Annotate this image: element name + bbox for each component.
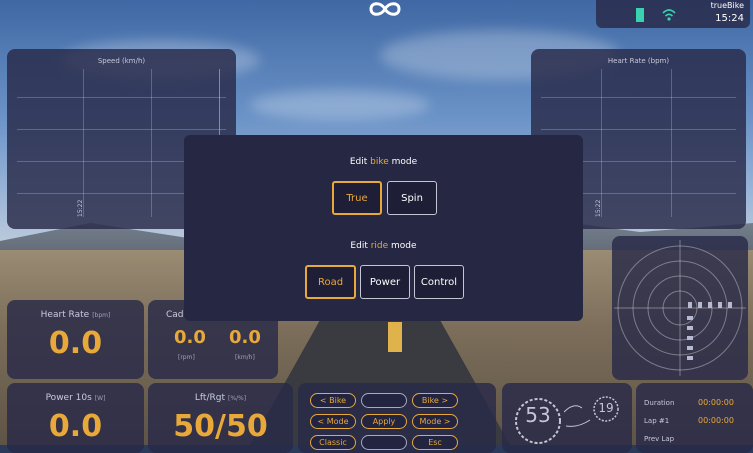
battery-icon <box>636 8 644 22</box>
bike-mode-true-option[interactable]: True <box>332 181 382 215</box>
heart-rate-metric-panel: Heart Rate [bpm] 0.0 <box>7 300 144 379</box>
grid-line <box>541 129 736 130</box>
heart-rate-value: 0.0 <box>48 326 103 361</box>
grid-line <box>541 97 736 98</box>
ride-mode-control-option[interactable]: Control <box>414 265 464 299</box>
bike-prev-button[interactable]: < Bike <box>310 393 356 408</box>
grid-line <box>151 69 152 217</box>
grid-line <box>17 97 226 98</box>
cassette-teeth: 19 <box>598 401 614 415</box>
prev-lap-label: Prev Lap <box>644 435 675 443</box>
cadence-rpm-value: 0.0 <box>174 327 206 348</box>
speed-chart-title: Speed (km/h) <box>97 57 146 65</box>
lap-value: 00:00:00 <box>698 416 734 425</box>
mode-prev-button[interactable]: < Mode <box>310 414 356 429</box>
cadence-kmh-unit: [km/h] <box>235 354 255 361</box>
heart-rate-metric-unit: [bpm] <box>92 312 111 319</box>
mode-next-button[interactable]: Mode > <box>412 414 458 429</box>
cadence-rpm-unit: [rpm] <box>178 354 195 361</box>
bike-mode-spin-option[interactable]: Spin <box>387 181 437 215</box>
status-bar: trueBike 15:24 <box>596 0 750 28</box>
lap-label: Lap #1 <box>644 417 670 425</box>
balance-value: 50/50 <box>173 409 268 444</box>
radar-graphic <box>614 240 746 376</box>
cloud <box>250 90 430 120</box>
duration-value: 00:00:00 <box>698 398 734 407</box>
grid-line <box>17 129 226 130</box>
wifi-icon <box>662 9 676 21</box>
position-radar-panel <box>612 236 748 380</box>
classic-button[interactable]: Classic <box>310 435 356 450</box>
heart-rate-chart-title: Heart Rate (bpm) <box>607 57 670 65</box>
bike-next-button[interactable]: Bike > <box>412 393 458 408</box>
lap-stats-panel: Duration 00:00:00 Lap #1 00:00:00 Prev L… <box>636 383 753 453</box>
cadence-metric-title: Cad <box>166 310 184 320</box>
infinity-logo-icon <box>369 2 401 16</box>
empty-button[interactable] <box>361 435 407 450</box>
ride-mode-heading: Edit ride mode <box>350 241 417 251</box>
control-panel: < Bike Bike > < Mode Apply Mode > Classi… <box>298 383 496 453</box>
duration-label: Duration <box>644 399 675 407</box>
bike-mode-heading: Edit bike mode <box>349 157 418 167</box>
power-metric-title: Power 10s <box>45 393 92 403</box>
ride-mode-road-option[interactable]: Road <box>305 265 356 299</box>
heart-rate-chart-time-label: 15:22 <box>595 199 602 217</box>
road-stripe <box>388 322 402 352</box>
balance-metric-panel: Lft/Rgt [%/%] 50/50 <box>148 383 293 453</box>
balance-metric-unit: [%/%] <box>227 395 247 402</box>
chainring-teeth: 53 <box>525 403 551 427</box>
grid-line <box>671 69 672 217</box>
heart-rate-metric-title: Heart Rate <box>40 310 90 320</box>
edit-mode-dialog: Edit bike mode True Spin Edit ride mode … <box>184 135 583 321</box>
esc-button[interactable]: Esc <box>412 435 458 450</box>
balance-metric-title: Lft/Rgt <box>194 393 225 403</box>
empty-button[interactable] <box>361 393 407 408</box>
apply-button[interactable]: Apply <box>361 414 407 429</box>
speed-chart-time-label: 15:22 <box>77 199 84 217</box>
app-name: trueBike <box>710 1 744 10</box>
ride-mode-power-option[interactable]: Power <box>360 265 410 299</box>
power-metric-panel: Power 10s [W] 0.0 <box>7 383 144 453</box>
grid-line <box>83 69 84 217</box>
gear-panel: 53 19 <box>502 383 632 453</box>
power-metric-unit: [W] <box>94 395 106 402</box>
clock: 15:24 <box>715 13 744 24</box>
power-value: 0.0 <box>48 409 103 444</box>
cadence-kmh-value: 0.0 <box>229 327 261 348</box>
chain-line-icon <box>564 405 591 427</box>
grid-line <box>601 69 602 217</box>
